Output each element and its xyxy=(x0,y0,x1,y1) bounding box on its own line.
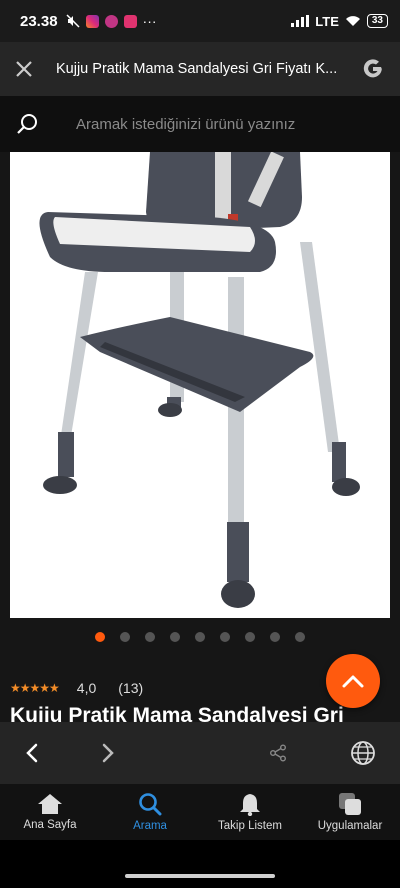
signal-icon xyxy=(291,15,310,27)
globe-icon xyxy=(351,741,375,765)
rating-stars-icon: ★★★★★ xyxy=(10,681,60,695)
chevron-left-icon xyxy=(26,743,38,763)
browser-toolbar xyxy=(0,722,400,784)
product-image[interactable] xyxy=(10,151,390,618)
gesture-handle[interactable] xyxy=(125,874,275,878)
back-button[interactable] xyxy=(16,722,48,784)
chevron-up-icon xyxy=(342,675,364,688)
more-notifications-icon: ··· xyxy=(142,13,157,29)
home-icon xyxy=(38,794,62,814)
gallery-dot[interactable] xyxy=(145,632,155,642)
gallery-dot[interactable] xyxy=(220,632,230,642)
rating-row[interactable]: ★★★★★ 4,0 (13) xyxy=(10,680,143,696)
search-icon[interactable] xyxy=(16,112,40,136)
scroll-top-button[interactable] xyxy=(326,654,380,708)
tab-takip-listem[interactable]: Takip Listem xyxy=(200,784,300,840)
mute-icon xyxy=(66,14,80,28)
tab-uygulamalar[interactable]: Uygulamalar xyxy=(300,784,400,840)
review-count[interactable]: (13) xyxy=(118,680,143,696)
gallery-dot[interactable] xyxy=(295,632,305,642)
gallery-dot[interactable] xyxy=(170,632,180,642)
instagram-icon xyxy=(85,14,99,28)
search-icon xyxy=(139,793,162,816)
gallery-dot[interactable] xyxy=(120,632,130,642)
gallery-pagination xyxy=(0,632,400,642)
network-type: LTE xyxy=(315,13,339,29)
google-icon[interactable] xyxy=(360,56,386,82)
rating-value: 4,0 xyxy=(76,680,97,696)
search-input[interactable]: Aramak istediğinizi ürünü yazınız xyxy=(76,116,295,133)
wifi-icon xyxy=(345,16,360,26)
notification-icons: ··· xyxy=(66,13,157,29)
tab-arama[interactable]: Arama xyxy=(100,784,200,840)
gallery-dot[interactable] xyxy=(195,632,205,642)
product-section: ★★★★★ 4,0 (13) Kujju Pratik Mama Sandaly… xyxy=(0,151,400,722)
app-notification-icon-2 xyxy=(123,14,137,28)
tab-label: Takip Listem xyxy=(218,820,282,832)
gallery-dot[interactable] xyxy=(245,632,255,642)
battery-icon: 33 xyxy=(366,14,388,28)
share-icon xyxy=(270,744,286,762)
tab-label: Ana Sayfa xyxy=(23,819,77,831)
apps-icon xyxy=(339,793,361,815)
forward-button[interactable] xyxy=(92,722,124,784)
share-button[interactable] xyxy=(262,722,294,784)
chevron-right-icon xyxy=(102,743,114,763)
system-gesture-area xyxy=(0,840,400,888)
close-icon[interactable] xyxy=(14,59,34,79)
page-title[interactable]: Kujju Pratik Mama Sandalyesi Gri Fiyatı … xyxy=(56,61,360,77)
browser-url-bar: Kujju Pratik Mama Sandalyesi Gri Fiyatı … xyxy=(0,42,400,96)
search-bar[interactable]: Aramak istediğinizi ürünü yazınız xyxy=(0,96,400,152)
status-time: 23.38 xyxy=(20,12,58,30)
tab-label: Arama xyxy=(133,820,167,832)
app-notification-icon xyxy=(104,14,118,28)
tab-ana-sayfa[interactable]: Ana Sayfa xyxy=(0,784,100,840)
gallery-dot[interactable] xyxy=(95,632,105,642)
gallery-dot[interactable] xyxy=(270,632,280,642)
product-title: Kujju Pratik Mama Sandalyesi Gri xyxy=(10,704,344,722)
language-button[interactable] xyxy=(346,722,380,784)
status-bar: 23.38 ··· LTE 33 xyxy=(0,0,400,42)
tab-label: Uygulamalar xyxy=(317,820,383,832)
bell-icon xyxy=(240,794,260,816)
bottom-tab-bar: Ana Sayfa Arama Takip Listem Uygulamalar xyxy=(0,784,400,840)
